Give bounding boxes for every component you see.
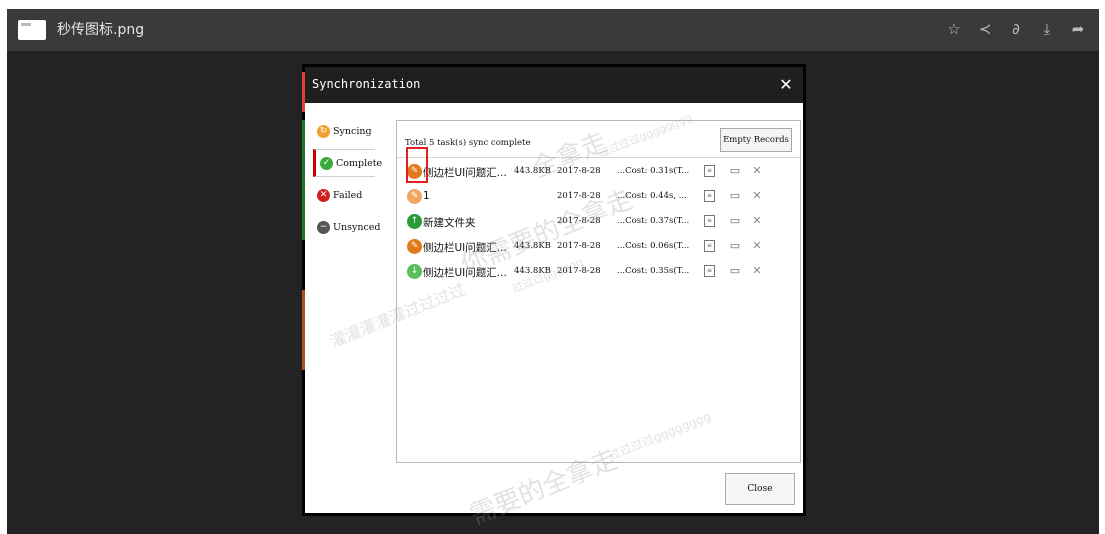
- task-date: 2017-8-28: [557, 166, 601, 176]
- edit-icon: ✎: [407, 189, 422, 204]
- task-name: 1: [423, 190, 430, 202]
- task-row[interactable]: ✎ 1 2017-8-28 ...Cost: 0.44s, ... ≡ ▭ ✕: [407, 188, 767, 206]
- remove-icon[interactable]: ✕: [750, 239, 764, 253]
- tab-syncing-label: Syncing: [333, 125, 372, 137]
- download-icon[interactable]: ⤓: [1036, 18, 1058, 40]
- viewer-top-bar: 秒传图标.png ☆ ≺ ∂ ⤓ ➦: [7, 9, 1099, 51]
- folder-icon[interactable]: ▭: [728, 239, 742, 253]
- task-size: 443.8KB: [514, 166, 551, 176]
- task-row[interactable]: ↑ 新建文件夹 2017-8-28 ...Cost: 0.37s(T... ≡ …: [407, 213, 767, 231]
- document-icon[interactable]: ≡: [704, 165, 715, 177]
- tab-unsynced-label: Unsynced: [333, 221, 381, 233]
- task-date: 2017-8-28: [557, 216, 601, 226]
- folder-icon[interactable]: ▭: [728, 189, 742, 203]
- task-size: 443.8KB: [514, 241, 551, 251]
- divider: [397, 157, 800, 158]
- document-icon[interactable]: ≡: [704, 215, 715, 227]
- error-icon: ✕: [317, 188, 330, 202]
- upload-icon: ↑: [407, 214, 422, 229]
- task-date: 2017-8-28: [557, 241, 601, 251]
- remove-icon[interactable]: ✕: [750, 214, 764, 228]
- download-icon: ↓: [407, 264, 422, 279]
- highlight-box: [406, 147, 428, 183]
- file-thumbnail-icon: [18, 20, 46, 40]
- task-size: 443.8KB: [514, 266, 551, 276]
- synchronization-dialog: Synchronization ✕ ↻ Syncing ✓ Complete ✕…: [305, 67, 803, 531]
- complete-panel: Total 5 task(s) sync complete Empty Reco…: [396, 120, 801, 463]
- task-name: 侧边栏UI问题汇...: [423, 267, 507, 279]
- task-row[interactable]: ✎ 侧边栏UI问题汇... 443.8KB 2017-8-28 ...Cost:…: [407, 163, 767, 181]
- tab-failed-label: Failed: [333, 189, 363, 201]
- remove-icon[interactable]: ✕: [750, 164, 764, 178]
- star-icon[interactable]: ☆: [943, 18, 965, 40]
- remove-icon[interactable]: ✕: [750, 264, 764, 278]
- document-icon[interactable]: ≡: [704, 190, 715, 202]
- document-icon[interactable]: ≡: [704, 265, 715, 277]
- close-button[interactable]: Close: [725, 473, 795, 505]
- task-cost: ...Cost: 0.37s(T...: [617, 216, 690, 226]
- viewer-toolbar: ☆ ≺ ∂ ⤓ ➦: [943, 18, 1089, 40]
- task-name: 侧边栏UI问题汇...: [423, 242, 507, 254]
- task-date: 2017-8-28: [557, 191, 601, 201]
- file-name: 秒传图标.png: [57, 22, 145, 38]
- tab-failed[interactable]: ✕ Failed: [313, 181, 375, 209]
- minus-icon: −: [317, 220, 330, 234]
- dialog-close-icon[interactable]: ✕: [775, 74, 797, 96]
- document-icon[interactable]: ≡: [704, 240, 715, 252]
- task-cost: ...Cost: 0.44s, ...: [617, 191, 687, 201]
- forward-icon[interactable]: ➦: [1067, 18, 1089, 40]
- task-name: 新建文件夹: [423, 217, 476, 229]
- empty-records-button[interactable]: Empty Records: [720, 128, 792, 152]
- check-icon: ✓: [320, 156, 333, 170]
- tab-unsynced[interactable]: − Unsynced: [313, 213, 381, 241]
- dialog-title-bar: Synchronization ✕: [305, 67, 803, 103]
- task-row[interactable]: ↓ 侧边栏UI问题汇... 443.8KB 2017-8-28 ...Cost:…: [407, 263, 767, 281]
- task-cost: ...Cost: 0.35s(T...: [617, 266, 690, 276]
- task-cost: ...Cost: 0.31s(T...: [617, 166, 690, 176]
- task-name: 侧边栏UI问题汇...: [423, 167, 507, 179]
- folder-icon[interactable]: ▭: [728, 264, 742, 278]
- tab-syncing[interactable]: ↻ Syncing: [313, 117, 375, 145]
- remove-icon[interactable]: ✕: [750, 189, 764, 203]
- task-row[interactable]: ✎ 侧边栏UI问题汇... 443.8KB 2017-8-28 ...Cost:…: [407, 238, 767, 256]
- tab-complete-label: Complete: [336, 157, 383, 169]
- folder-icon[interactable]: ▭: [728, 164, 742, 178]
- link-icon[interactable]: ∂: [1005, 18, 1027, 40]
- folder-icon[interactable]: ▭: [728, 214, 742, 228]
- sync-icon: ↻: [317, 124, 330, 138]
- dialog-title: Synchronization: [312, 77, 421, 91]
- edit-icon: ✎: [407, 239, 422, 254]
- tab-complete[interactable]: ✓ Complete: [313, 149, 382, 177]
- share-icon[interactable]: ≺: [974, 18, 996, 40]
- task-date: 2017-8-28: [557, 266, 601, 276]
- task-cost: ...Cost: 0.06s(T...: [617, 241, 690, 251]
